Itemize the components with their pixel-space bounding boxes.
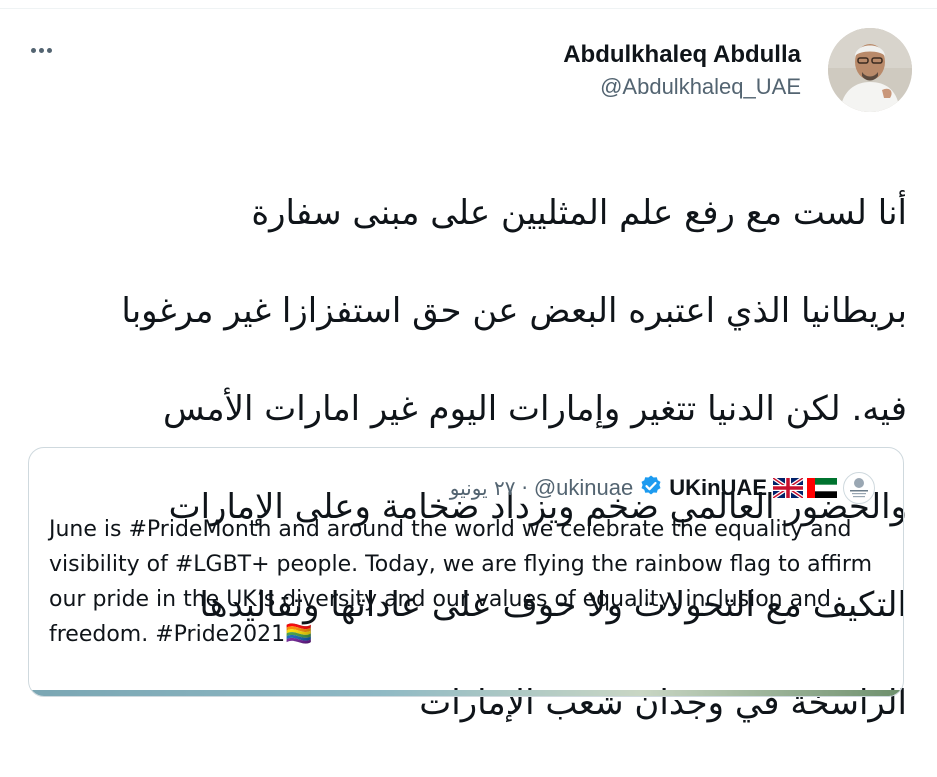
quoted-tweet-text: June is #PrideMonth and around the world…: [49, 517, 873, 647]
quoted-author-handle[interactable]: @ukinuae: [534, 475, 633, 501]
flag-icons: [773, 478, 837, 498]
quoted-author-name[interactable]: UKinUAE: [669, 475, 767, 501]
author-handle[interactable]: @Abdulkhaleq_UAE: [563, 72, 801, 102]
tweet-text-line: أنا لست مع رفع علم المثليين على مبنى سفا…: [251, 193, 907, 233]
quoted-tweet-media[interactable]: [29, 690, 903, 696]
quoted-tweet[interactable]: ٢٧ يونيو · @ukinuae UKinUAE June is #Pri…: [28, 447, 904, 697]
tweet-text-line: بريطانيا الذي اعتبره البعض عن حق استفزاز…: [121, 291, 907, 331]
quoted-tweet-date[interactable]: ٢٧ يونيو: [450, 476, 516, 500]
author-name[interactable]: Abdulkhaleq Abdulla: [563, 40, 801, 70]
more-horizontal-icon: [30, 47, 52, 53]
tweet-text-line: فيه. لكن الدنيا تتغير وإمارات اليوم غير …: [163, 389, 907, 429]
more-options-button[interactable]: [24, 38, 58, 62]
tweet-author[interactable]: Abdulkhaleq Abdulla @Abdulkhaleq_UAE: [563, 40, 801, 102]
uae-flag-icon: [807, 478, 837, 498]
avatar-photo: [828, 28, 912, 112]
quoted-tweet-header: ٢٧ يونيو · @ukinuae UKinUAE: [450, 472, 875, 504]
author-avatar[interactable]: [828, 28, 912, 112]
verified-badge-icon: [639, 474, 663, 502]
uk-flag-icon: [773, 478, 803, 498]
quoted-author-avatar[interactable]: [843, 472, 875, 504]
fcdo-logo-icon: [850, 478, 868, 498]
top-divider: [0, 8, 937, 9]
header-separator: ·: [521, 476, 528, 500]
